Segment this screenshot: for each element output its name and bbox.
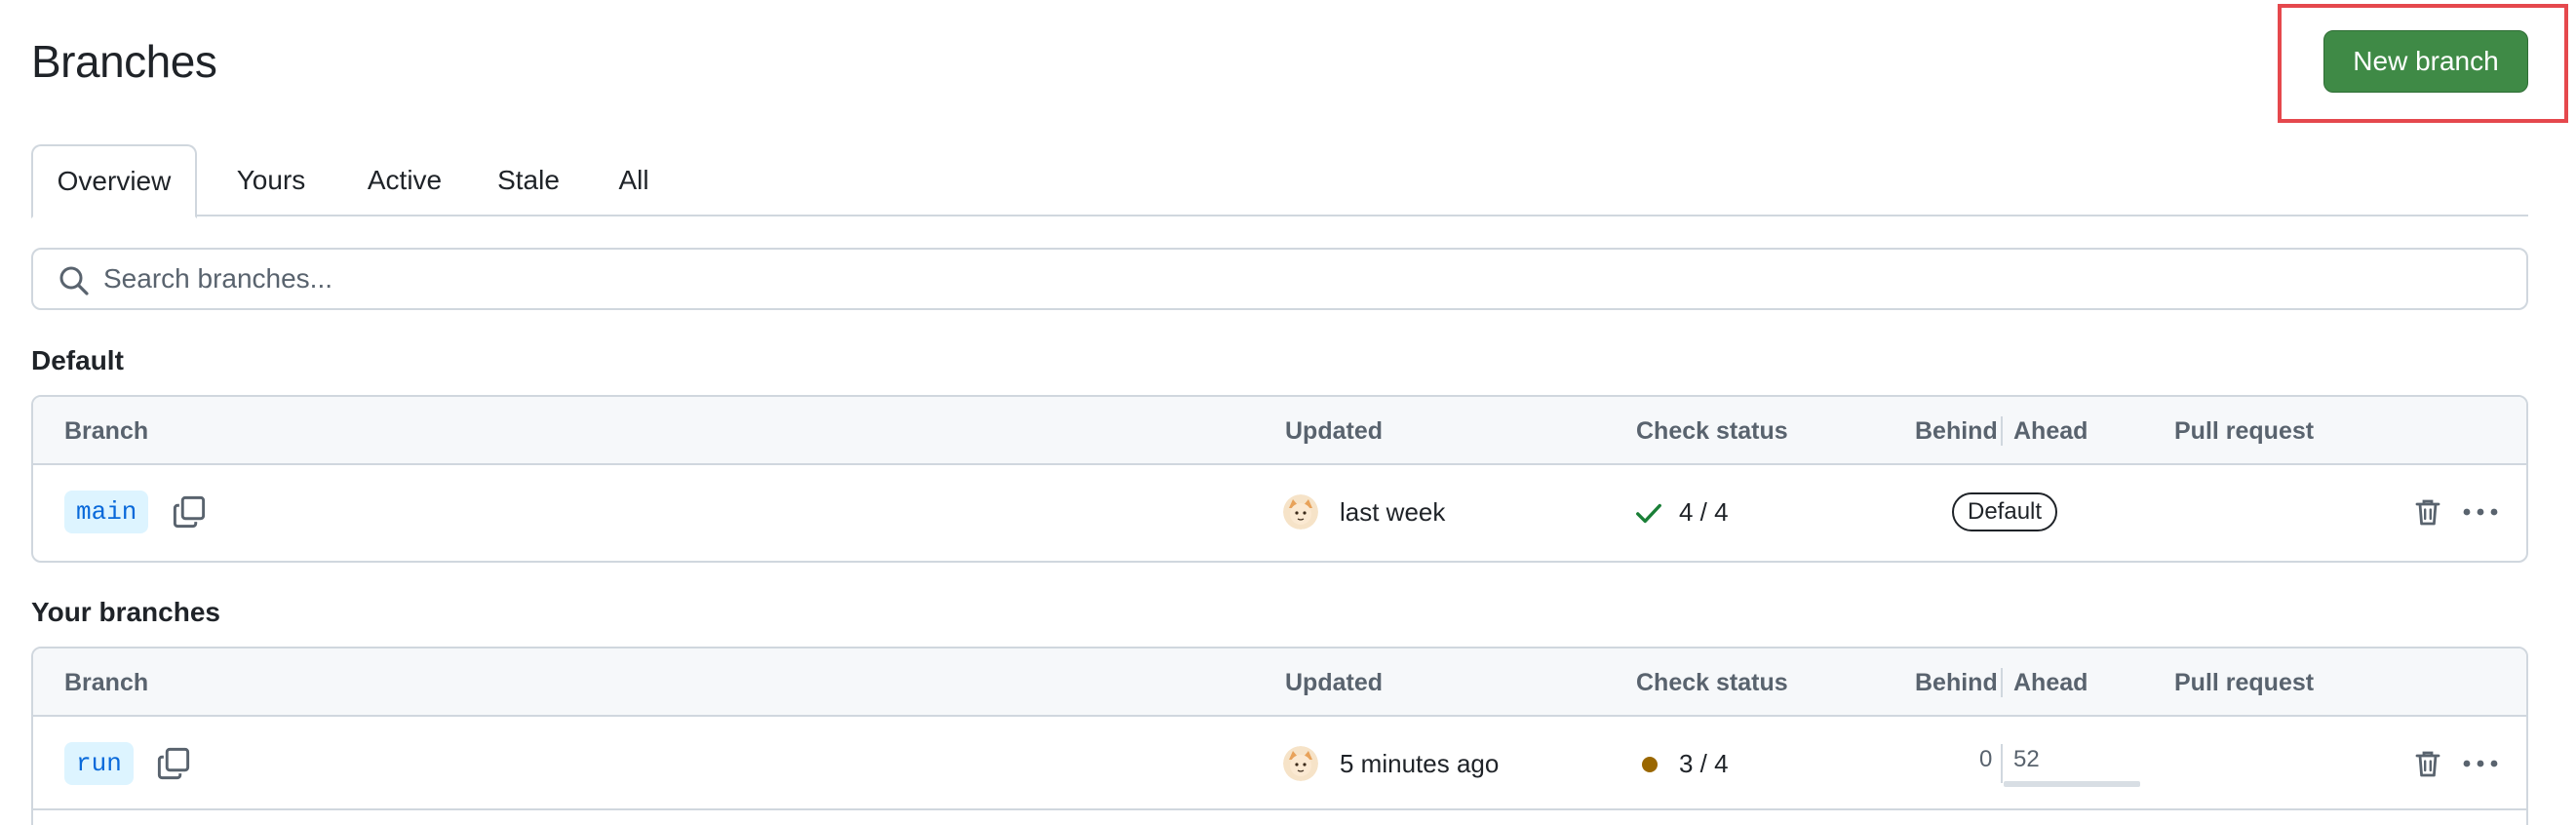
updated-time: 5 minutes ago	[1340, 748, 1500, 778]
column-divider	[2001, 416, 2003, 446]
avatar	[1283, 746, 1318, 781]
copy-icon[interactable]	[156, 746, 191, 781]
column-ahead: Ahead	[2013, 416, 2088, 445]
section-title-your-branches: Your branches	[31, 597, 220, 627]
tab-overview[interactable]: Overview	[31, 144, 197, 218]
tab-stale[interactable]: Stale	[472, 144, 585, 216]
branch-filter-tabs: Overview Yours Active Stale All	[31, 144, 2528, 218]
pending-status-icon[interactable]	[1642, 757, 1658, 772]
copy-icon[interactable]	[172, 494, 207, 530]
tab-yours[interactable]: Yours	[205, 144, 337, 216]
default-badge: Default	[1952, 492, 2058, 531]
check-status-count[interactable]: 4 / 4	[1679, 465, 1729, 559]
column-updated: Updated	[1285, 668, 1383, 696]
column-divider	[2001, 668, 2003, 697]
new-branch-button[interactable]: New branch	[2323, 30, 2528, 93]
branch-name-link[interactable]: main	[64, 491, 149, 533]
updated-time: last week	[1340, 496, 1446, 527]
trash-icon[interactable]	[2412, 496, 2443, 528]
search-icon	[59, 266, 89, 295]
branch-name-link[interactable]: run	[64, 742, 134, 785]
more-options-icon[interactable]	[2461, 748, 2500, 779]
page-title: Branches	[31, 36, 217, 87]
table-header: Branch Updated Check status Behind Ahead…	[33, 397, 2526, 465]
column-behind: Behind	[1915, 416, 1998, 445]
tab-all[interactable]: All	[589, 144, 679, 216]
trash-icon[interactable]	[2412, 748, 2443, 779]
column-pull-request: Pull request	[2174, 416, 2315, 445]
search-box[interactable]	[31, 248, 2528, 310]
behind-count: 0	[1979, 746, 1993, 772]
more-options-icon[interactable]	[2461, 496, 2500, 528]
check-icon[interactable]	[1634, 498, 1663, 528]
your-branches-table: Branch Updated Check status Behind Ahead…	[31, 647, 2528, 825]
ahead-count: 52	[2013, 746, 2040, 772]
column-behind: Behind	[1915, 668, 1998, 696]
table-header: Branch Updated Check status Behind Ahead…	[33, 648, 2526, 717]
column-check-status: Check status	[1636, 668, 1788, 696]
table-row: main last week 4 / 4 Default	[33, 465, 2526, 559]
search-input[interactable]	[103, 250, 2443, 308]
column-branch: Branch	[64, 416, 149, 445]
table-row: run 5 minutes ago 3 / 4 0 52	[33, 717, 2526, 810]
default-branches-table: Branch Updated Check status Behind Ahead…	[31, 395, 2528, 563]
column-check-status: Check status	[1636, 416, 1788, 445]
tab-active[interactable]: Active	[341, 144, 468, 216]
column-ahead: Ahead	[2013, 668, 2088, 696]
ahead-bar	[2004, 781, 2140, 787]
column-branch: Branch	[64, 668, 149, 696]
behind-ahead-divider	[2001, 744, 2003, 783]
avatar	[1283, 494, 1318, 530]
column-pull-request: Pull request	[2174, 668, 2315, 696]
check-status-count[interactable]: 3 / 4	[1679, 717, 1729, 810]
section-title-default: Default	[31, 345, 124, 375]
column-updated: Updated	[1285, 416, 1383, 445]
